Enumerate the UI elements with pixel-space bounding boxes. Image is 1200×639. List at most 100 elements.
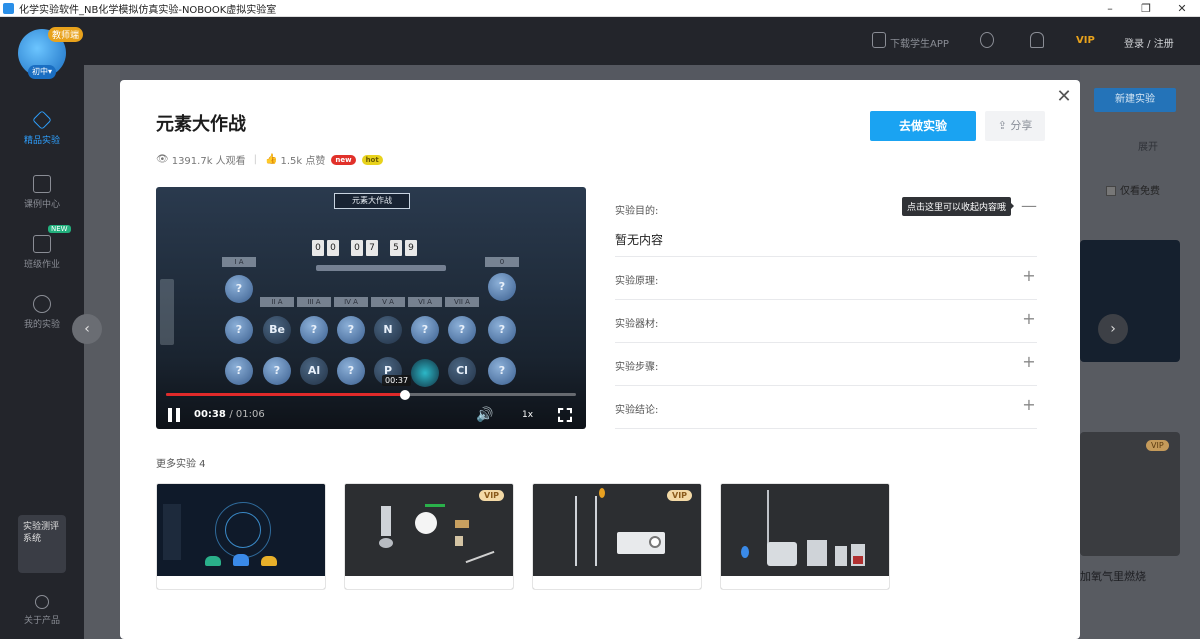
bell-icon[interactable]: [1030, 32, 1044, 48]
video-player[interactable]: 元素大作战 0 0 0 7 5 9 I A II A III A IV A V …: [156, 187, 586, 429]
element-tile[interactable]: [411, 359, 439, 387]
group-label: I A: [222, 257, 256, 267]
fullscreen-icon[interactable]: [558, 408, 572, 422]
vip-badge: VIP: [1146, 440, 1169, 451]
sidebar-item-label: 精品实验: [23, 136, 60, 146]
element-tile[interactable]: ?: [411, 316, 439, 344]
element-tile[interactable]: ?: [225, 275, 253, 303]
app-header: 下载学生APP VIP 登录 / 注册: [84, 17, 1200, 65]
video-side-toolbar[interactable]: [160, 279, 174, 345]
sidebar-item-homework[interactable]: NEW 班级作业: [0, 225, 84, 270]
video-progress-bar[interactable]: [166, 389, 576, 400]
accordion-principle[interactable]: 实验原理: +: [615, 257, 1037, 300]
minimize-button[interactable]: –: [1092, 2, 1128, 15]
accordion-label: 实验器材:: [615, 319, 659, 330]
experiment-meta: 👁 1391.7k 人观看 | 👍 1.5k 点赞 new hot: [156, 152, 383, 167]
accordion-steps[interactable]: 实验步骤: +: [615, 343, 1037, 386]
diamond-icon: [32, 110, 52, 130]
share-button[interactable]: ⇪ 分享: [985, 111, 1045, 141]
app-logo[interactable]: 教师端 初中▾: [18, 27, 84, 79]
expand-icon[interactable]: +: [1021, 352, 1037, 371]
carousel-prev-button[interactable]: ‹: [72, 314, 102, 344]
grade-level-selector[interactable]: 初中▾: [28, 65, 56, 79]
free-only-filter[interactable]: 仅看免费: [1106, 182, 1160, 197]
collapse-tooltip: 点击这里可以收起内容哦: [902, 197, 1015, 216]
accordion-purpose[interactable]: 实验目的: 点击这里可以收起内容哦 — 暂无内容: [615, 187, 1037, 257]
new-experiment-button[interactable]: 新建实验: [1094, 88, 1176, 112]
window-titlebar: 化学实验软件_NB化学模拟仿真实验-NOBOOK虚拟实验室 – ❐ ✕: [0, 0, 1200, 17]
element-tile[interactable]: Be: [263, 316, 291, 344]
sidebar-item-premium[interactable]: 精品实验: [0, 110, 84, 146]
progress-knob[interactable]: [400, 389, 411, 400]
playback-rate-button[interactable]: 1x: [522, 410, 533, 420]
experiment-card[interactable]: [720, 483, 890, 590]
login-link[interactable]: 登录 / 注册: [1124, 35, 1174, 50]
accordion-conclusion[interactable]: 实验结论: +: [615, 386, 1037, 429]
experiment-card[interactable]: [156, 483, 326, 590]
background-experiment-card[interactable]: VIP: [1080, 432, 1180, 556]
group-label: III A: [297, 297, 331, 307]
element-tile[interactable]: Cl: [448, 357, 476, 385]
element-tile[interactable]: ?: [225, 316, 253, 344]
accordion-label: 实验步骤:: [615, 362, 659, 373]
app-icon: [3, 2, 14, 14]
timer-digit: 0: [312, 240, 324, 256]
element-tile[interactable]: ?: [337, 357, 365, 385]
sidebar-item-about[interactable]: 关于产品: [0, 595, 84, 626]
vip-badge: VIP: [667, 490, 693, 501]
background-experiment-card[interactable]: [1080, 240, 1180, 362]
maximize-button[interactable]: ❐: [1128, 2, 1164, 15]
close-window-button[interactable]: ✕: [1164, 2, 1200, 15]
experiment-detail-modal: ✕ 元素大作战 👁 1391.7k 人观看 | 👍 1.5k 点赞 new ho…: [120, 80, 1080, 639]
free-only-checkbox[interactable]: [1106, 186, 1116, 196]
evaluation-system-button[interactable]: 实验测评系统: [18, 515, 66, 573]
card-footer: [157, 576, 325, 589]
element-tile[interactable]: ?: [225, 357, 253, 385]
expand-icon[interactable]: +: [1021, 266, 1037, 285]
play-icon: [33, 175, 51, 193]
element-tile[interactable]: ?: [337, 316, 365, 344]
close-modal-button[interactable]: ✕: [1055, 88, 1073, 106]
experiment-card[interactable]: VIP: [532, 483, 702, 590]
element-tile[interactable]: N: [374, 316, 402, 344]
headset-icon[interactable]: [980, 32, 994, 48]
card-footer: [533, 576, 701, 589]
vip-icon[interactable]: VIP: [1076, 35, 1095, 46]
pause-button[interactable]: [168, 408, 180, 422]
group-label: 0: [485, 257, 519, 267]
element-tile[interactable]: ?: [488, 316, 516, 344]
share-icon: ⇪: [997, 119, 1011, 132]
element-tile[interactable]: Al: [300, 357, 328, 385]
element-tile[interactable]: ?: [300, 316, 328, 344]
hot-tag: hot: [361, 154, 383, 165]
element-tile[interactable]: ?: [488, 273, 516, 301]
timer-digit: 7: [366, 240, 378, 256]
accordion-equipment[interactable]: 实验器材: +: [615, 300, 1037, 343]
do-experiment-button[interactable]: 去做实验: [870, 111, 976, 141]
eye-icon: 👁: [156, 154, 169, 165]
timer-digit: 9: [405, 240, 417, 256]
expand-link[interactable]: 展开: [1138, 138, 1158, 153]
download-app-link[interactable]: 下载学生APP: [890, 35, 949, 50]
element-tile[interactable]: ?: [488, 357, 516, 385]
new-badge: NEW: [48, 225, 71, 233]
carousel-next-button[interactable]: ›: [1098, 314, 1128, 344]
collapse-icon[interactable]: —: [1021, 196, 1037, 215]
sidebar-item-label: 课例中心: [23, 200, 60, 210]
sidebar-item-label: 我的实验: [23, 320, 60, 330]
duration: 01:06: [235, 409, 265, 420]
accordion-content: 暂无内容: [615, 233, 664, 247]
user-icon: [33, 295, 51, 313]
thumb-up-icon[interactable]: 👍: [265, 154, 277, 165]
like-count: 1.5k 点赞: [280, 156, 326, 167]
expand-icon[interactable]: +: [1021, 309, 1037, 328]
sidebar-item-lessons[interactable]: 课例中心: [0, 175, 84, 210]
element-tile[interactable]: ?: [263, 357, 291, 385]
element-tile[interactable]: ?: [448, 316, 476, 344]
video-controls: 00:38 / 01:06 🔊 1x: [156, 401, 586, 429]
accordion-label: 实验目的:: [615, 206, 659, 217]
expand-icon[interactable]: +: [1021, 395, 1037, 414]
volume-icon[interactable]: 🔊: [476, 407, 493, 423]
experiment-thumbnail: [721, 484, 889, 576]
experiment-card[interactable]: VIP: [344, 483, 514, 590]
